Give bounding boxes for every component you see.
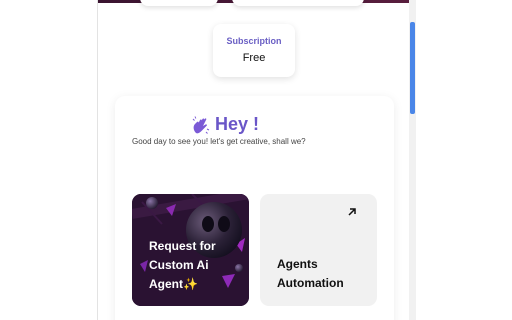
custom-agent-request-tile[interactable]: Request for Custom Ai Agent✨	[132, 194, 249, 306]
subscription-label: Subscription	[226, 36, 282, 46]
agents-automation-tile[interactable]: Agents Automation	[260, 194, 377, 306]
arrow-up-right-icon	[348, 208, 356, 216]
waving-hand-icon	[192, 116, 210, 134]
welcome-card: Hey ! Good day to see you! let's get cre…	[115, 96, 394, 320]
scrollbar-thumb[interactable]	[410, 22, 415, 114]
stat-card-right	[232, 0, 364, 6]
agents-automation-label: Agents Automation	[277, 257, 344, 290]
scrollbar[interactable]	[409, 0, 416, 320]
greeting-subtitle: Good day to see you! let's get creative,…	[132, 137, 306, 146]
subscription-card[interactable]: Subscription Free	[213, 24, 295, 77]
stat-card-left	[140, 0, 218, 6]
custom-agent-request-label: Request for Custom Ai Agent✨	[149, 239, 216, 291]
subscription-value: Free	[242, 52, 266, 64]
extension-panel: Subscription Free Hey ! Good day to see …	[97, 0, 416, 320]
greeting-title: Hey !	[215, 114, 260, 134]
